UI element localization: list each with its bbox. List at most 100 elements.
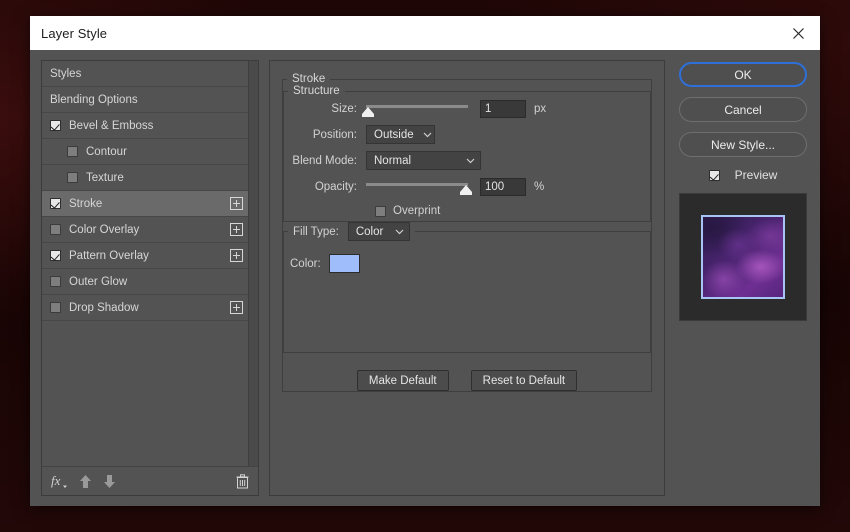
checkbox-preview[interactable] [709, 170, 720, 181]
layer-style-dialog: Layer Style Styles Blending Options [30, 16, 820, 506]
size-slider[interactable] [366, 100, 468, 118]
styles-list-scrollbar[interactable] [248, 61, 258, 466]
checkbox-bevel-emboss[interactable] [50, 120, 61, 131]
opacity-label: Opacity: [284, 181, 366, 193]
opacity-unit: % [534, 181, 544, 193]
size-input[interactable] [480, 100, 526, 118]
fill-type-label: Fill Type: [293, 226, 339, 238]
checkbox-color-overlay[interactable] [50, 224, 61, 235]
styles-list-wrap: Styles Blending Options Bevel & Emboss C… [42, 61, 258, 466]
opacity-slider-knob[interactable] [460, 185, 472, 192]
opacity-slider[interactable] [366, 178, 468, 196]
sidebar-item-label: Styles [50, 68, 81, 80]
opacity-input[interactable] [480, 178, 526, 196]
styles-list-toolbar: fx [42, 466, 258, 495]
checkbox-contour[interactable] [67, 146, 78, 157]
position-label: Position: [284, 129, 366, 141]
cancel-button[interactable]: Cancel [679, 97, 807, 122]
checkbox-stroke[interactable] [50, 198, 61, 209]
new-style-button[interactable]: New Style... [679, 132, 807, 157]
reset-to-default-button[interactable]: Reset to Default [471, 370, 577, 391]
size-label: Size: [284, 103, 366, 115]
color-label: Color: [290, 258, 321, 270]
fill-type-dropdown[interactable]: Color [348, 222, 410, 241]
fill-type-value: Color [356, 226, 383, 238]
actions-panel: OK Cancel New Style... Preview [677, 60, 809, 496]
styles-list: Styles Blending Options Bevel & Emboss C… [42, 61, 248, 466]
sidebar-item-blending-options[interactable]: Blending Options [42, 87, 248, 113]
checkbox-overprint[interactable] [375, 206, 386, 217]
preview-toggle[interactable]: Preview [709, 168, 778, 182]
size-unit: px [534, 103, 546, 115]
preview-thumbnail [679, 193, 807, 321]
ok-button[interactable]: OK [679, 62, 807, 87]
sidebar-item-label: Pattern Overlay [69, 250, 149, 262]
arrow-down-icon[interactable] [103, 474, 116, 489]
checkbox-pattern-overlay[interactable] [50, 250, 61, 261]
sidebar-item-label: Color Overlay [69, 224, 139, 236]
checkbox-outer-glow[interactable] [50, 276, 61, 287]
styles-panel: Styles Blending Options Bevel & Emboss C… [41, 60, 259, 496]
dialog-body: Styles Blending Options Bevel & Emboss C… [30, 50, 820, 506]
dialog-title: Layer Style [41, 26, 107, 41]
close-button[interactable] [776, 16, 820, 50]
sidebar-item-pattern-overlay[interactable]: Pattern Overlay [42, 243, 248, 269]
preview-thumbnail-image [701, 215, 785, 299]
position-value: Outside [374, 129, 414, 141]
color-swatch[interactable] [329, 254, 360, 273]
opacity-slider-track [366, 183, 468, 186]
blend-mode-dropdown[interactable]: Normal [366, 151, 481, 170]
add-effect-plus-icon[interactable] [230, 301, 243, 314]
sidebar-item-label: Outer Glow [69, 276, 127, 288]
blend-mode-row: Blend Mode: Normal [284, 149, 650, 172]
sidebar-item-styles[interactable]: Styles [42, 61, 248, 87]
chevron-down-icon [386, 229, 404, 235]
sidebar-item-bevel-emboss[interactable]: Bevel & Emboss [42, 113, 248, 139]
stroke-group: Stroke Structure Size: px [282, 73, 652, 392]
position-row: Position: Outside [284, 123, 650, 146]
chevron-down-icon [457, 158, 475, 164]
add-effect-plus-icon[interactable] [230, 249, 243, 262]
chevron-down-icon [414, 132, 432, 138]
opacity-row: Opacity: % [284, 175, 650, 198]
color-row: Color: [284, 254, 650, 273]
make-default-button[interactable]: Make Default [357, 370, 449, 391]
sidebar-item-label: Texture [86, 172, 124, 184]
checkbox-drop-shadow[interactable] [50, 302, 61, 313]
size-row: Size: px [284, 97, 650, 120]
checkbox-texture[interactable] [67, 172, 78, 183]
preview-label: Preview [735, 168, 778, 182]
overprint-label: Overprint [393, 205, 440, 217]
sidebar-item-label: Stroke [69, 198, 102, 210]
column-gap [259, 60, 269, 496]
overprint-row[interactable]: Overprint [284, 201, 650, 221]
blend-mode-value: Normal [374, 155, 411, 167]
close-icon [792, 27, 805, 40]
blend-mode-label: Blend Mode: [284, 155, 366, 167]
svg-text:fx: fx [51, 473, 61, 488]
sidebar-item-label: Bevel & Emboss [69, 120, 153, 132]
sidebar-item-label: Blending Options [50, 94, 138, 106]
stroke-settings-panel: Stroke Structure Size: px [269, 60, 665, 496]
trash-icon[interactable] [236, 474, 249, 489]
stroke-group-title: Stroke [287, 73, 330, 85]
fx-icon[interactable]: fx [51, 473, 68, 489]
add-effect-plus-icon[interactable] [230, 223, 243, 236]
fill-type-group: Fill Type: Color Color: [283, 222, 651, 353]
default-buttons-row: Make Default Reset to Default [283, 370, 651, 391]
add-effect-plus-icon[interactable] [230, 197, 243, 210]
sidebar-item-outer-glow[interactable]: Outer Glow [42, 269, 248, 295]
sidebar-item-color-overlay[interactable]: Color Overlay [42, 217, 248, 243]
styles-list-empty-area [42, 321, 248, 466]
sidebar-item-drop-shadow[interactable]: Drop Shadow [42, 295, 248, 321]
sidebar-item-label: Contour [86, 146, 127, 158]
size-slider-track [366, 105, 468, 108]
structure-group: Structure Size: px Position: [283, 85, 651, 222]
sidebar-item-stroke[interactable]: Stroke [42, 191, 248, 217]
sidebar-item-texture[interactable]: Texture [42, 165, 248, 191]
fill-type-legend: Fill Type: Color [288, 222, 415, 241]
arrow-up-icon[interactable] [79, 474, 92, 489]
position-dropdown[interactable]: Outside [366, 125, 435, 144]
sidebar-item-contour[interactable]: Contour [42, 139, 248, 165]
size-slider-knob[interactable] [362, 107, 374, 114]
